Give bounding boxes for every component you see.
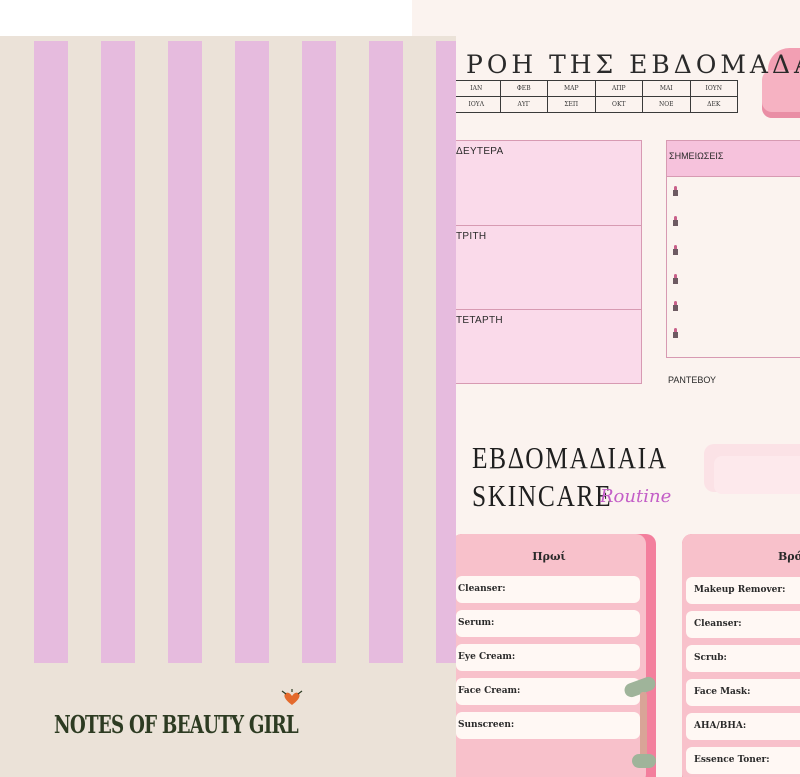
routine-script-title: Routine — [600, 486, 672, 507]
day-monday[interactable]: ΔΕΥΤΕΡΑ — [453, 141, 641, 225]
morning-field[interactable]: Face Cream: — [456, 678, 640, 705]
month-cell: ΙΟΥΝ — [689, 80, 738, 97]
month-cell: ΣΕΠ — [547, 96, 596, 113]
evening-field[interactable]: AHA/BHA: — [686, 713, 800, 740]
morning-field[interactable]: Eye Cream: — [456, 644, 640, 671]
lipstick-icon — [673, 274, 678, 284]
day-label: ΤΕΤΑΡΤΗ — [456, 315, 503, 326]
month-table: ΙΑΝ ΦΕΒ ΜΑΡ ΑΠΡ ΜΑΙ ΙΟΥΝ ΙΟΥΛ ΑΥΓ ΣΕΠ ΟΚ… — [452, 80, 738, 113]
cover-page: NOTES OF BEAUTY GIRL — [0, 36, 456, 777]
month-cell: ΜΑΙ — [642, 80, 691, 97]
days-box: ΔΕΥΤΕΡΑ ΤΡΙΤΗ ΤΕΤΑΡΤΗ — [452, 140, 642, 384]
month-cell: ΙΑΝ — [452, 80, 501, 97]
stripe — [34, 41, 68, 663]
decorative-pill — [714, 456, 800, 494]
month-cell: ΔΕΚ — [689, 96, 738, 113]
planner-page: ΡΟΗ ΤΗΣ ΕΒΔΟΜΑΔΑΣ ΙΑΝ ΦΕΒ ΜΑΡ ΑΠΡ ΜΑΙ ΙΟ… — [412, 0, 800, 777]
notes-box[interactable]: ΣΗΜΕΙΩΣΕΙΣ — [666, 140, 800, 358]
heart-icon — [281, 689, 303, 705]
week-flow-title: ΡΟΗ ΤΗΣ ΕΒΔΟΜΑΔΑΣ — [466, 50, 800, 79]
morning-title: Πρωί — [532, 550, 566, 563]
month-cell: ΜΑΡ — [547, 80, 596, 97]
lipstick-icon — [673, 186, 678, 196]
evening-field[interactable]: Makeup Remover: — [686, 577, 800, 604]
lipstick-icon — [673, 216, 678, 226]
day-tuesday[interactable]: ΤΡΙΤΗ — [453, 225, 641, 309]
month-cell: ΟΚΤ — [594, 96, 643, 113]
evening-field[interactable]: Face Mask: — [686, 679, 800, 706]
day-wednesday[interactable]: ΤΕΤΑΡΤΗ — [453, 309, 641, 385]
month-cell: ΑΥΓ — [499, 96, 548, 113]
month-cell: ΦΕΒ — [499, 80, 548, 97]
cover-title: NOTES OF BEAUTY GIRL — [54, 710, 299, 739]
stripe — [235, 41, 269, 663]
stripe — [436, 41, 456, 663]
evening-field[interactable]: Scrub: — [686, 645, 800, 672]
morning-field[interactable]: Serum: — [456, 610, 640, 637]
skincare-title-line2: SKINCARE — [472, 478, 613, 513]
lipstick-icon — [673, 245, 678, 255]
morning-field[interactable]: Cleanser: — [456, 576, 640, 603]
evening-card: Βράδυ Makeup Remover: Cleanser: Scrub: F… — [682, 534, 800, 777]
notes-label: ΣΗΜΕΙΩΣΕΙΣ — [667, 141, 800, 177]
month-cell: ΑΠΡ — [594, 80, 643, 97]
morning-field[interactable]: Sunscreen: — [456, 712, 640, 739]
evening-field[interactable]: Cleanser: — [686, 611, 800, 638]
month-cell: ΙΟΥΛ — [452, 96, 501, 113]
day-label: ΤΡΙΤΗ — [456, 231, 487, 242]
evening-field[interactable]: Essence Toner: — [686, 747, 800, 774]
skincare-title-line1: ΕΒΔΟΜΑΔΙΑΙΑ — [472, 440, 668, 475]
lipstick-icon — [673, 301, 678, 311]
stripe — [369, 41, 403, 663]
month-cell: ΝΟΕ — [642, 96, 691, 113]
stripe — [101, 41, 135, 663]
stripe — [302, 41, 336, 663]
stripe — [168, 41, 202, 663]
lipstick-icon — [673, 328, 678, 338]
face-roller-icon — [622, 674, 662, 777]
day-label: ΔΕΥΤΕΡΑ — [456, 146, 504, 157]
rendezvous-label: ΡΑΝΤΕΒΟΥ — [668, 375, 717, 385]
evening-title: Βράδυ — [778, 550, 800, 563]
